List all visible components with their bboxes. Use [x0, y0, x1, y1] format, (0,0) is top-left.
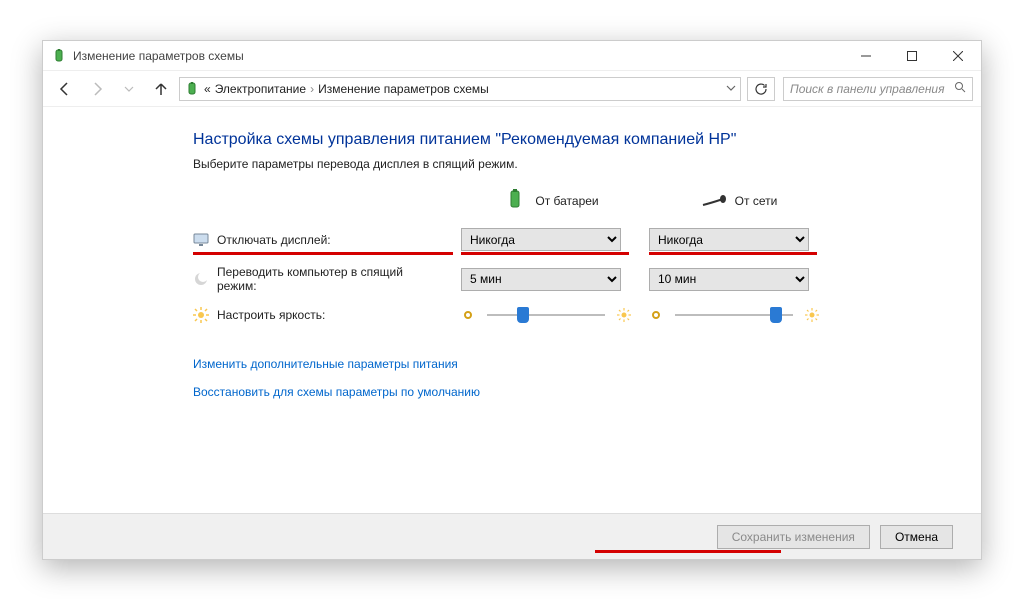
footer: Сохранить изменения Отмена — [43, 513, 981, 559]
refresh-button[interactable] — [747, 77, 775, 101]
annotation-redline — [193, 252, 453, 255]
links: Изменить дополнительные параметры питани… — [193, 357, 967, 399]
search-icon — [954, 81, 966, 96]
columns-header: От батареи От сети — [193, 187, 967, 214]
brightness-battery-slider[interactable] — [461, 308, 631, 322]
display-off-plugged-select[interactable]: 1 мин2 мин3 мин5 мин10 мин15 мин20 мин25… — [649, 228, 809, 251]
row-brightness: Настроить яркость: — [193, 307, 967, 323]
cancel-button[interactable]: Отмена — [880, 525, 953, 549]
sun-dim-icon — [461, 308, 475, 322]
power-options-icon — [51, 48, 67, 64]
chevron-right-icon: › — [310, 82, 314, 96]
moon-icon — [193, 271, 209, 287]
row-label-display-off: Отключать дисплей: — [193, 232, 453, 248]
forward-button[interactable] — [83, 75, 111, 103]
content: Настройка схемы управления питанием "Рек… — [43, 107, 981, 399]
row-brightness-text: Настроить яркость: — [217, 308, 325, 322]
column-plugged: От сети — [649, 191, 829, 210]
row-sleep: Переводить компьютер в спящий режим: 1 м… — [193, 265, 967, 293]
titlebar: Изменение параметров схемы — [43, 41, 981, 71]
row-display-off: Отключать дисплей: 1 мин2 мин3 мин5 мин1… — [193, 228, 967, 251]
annotation-redline — [649, 252, 817, 255]
sun-dim-icon — [649, 308, 663, 322]
sun-bright-icon — [617, 308, 631, 322]
breadcrumb-root[interactable]: Электропитание — [215, 82, 306, 96]
window-title: Изменение параметров схемы — [73, 49, 244, 63]
row-sleep-text: Переводить компьютер в спящий режим: — [217, 265, 427, 293]
minimize-button[interactable] — [843, 41, 889, 71]
advanced-settings-link[interactable]: Изменить дополнительные параметры питани… — [193, 357, 967, 371]
up-button[interactable] — [147, 75, 175, 103]
monitor-icon — [193, 232, 209, 248]
sleep-plugged-select[interactable]: 1 мин2 мин3 мин5 мин10 мин15 мин20 мин25… — [649, 268, 809, 291]
slider-thumb[interactable] — [517, 307, 529, 323]
annotation-redline — [461, 252, 629, 255]
breadcrumb-prefix: « — [204, 82, 211, 96]
row-label-sleep: Переводить компьютер в спящий режим: — [193, 265, 453, 293]
page-title: Настройка схемы управления питанием "Рек… — [193, 131, 967, 149]
back-button[interactable] — [51, 75, 79, 103]
display-off-battery-select[interactable]: 1 мин2 мин3 мин5 мин10 мин15 мин20 мин25… — [461, 228, 621, 251]
row-label-brightness: Настроить яркость: — [193, 307, 453, 323]
row-display-off-text: Отключать дисплей: — [217, 233, 331, 247]
search-placeholder: Поиск в панели управления — [790, 82, 945, 96]
sleep-battery-select[interactable]: 1 мин2 мин3 мин5 мин10 мин15 мин20 мин25… — [461, 268, 621, 291]
battery-icon — [503, 187, 527, 214]
window-controls — [843, 41, 981, 71]
breadcrumb-leaf[interactable]: Изменение параметров схемы — [318, 82, 489, 96]
save-button[interactable]: Сохранить изменения — [717, 525, 870, 549]
page-subtitle: Выберите параметры перевода дисплея в сп… — [193, 157, 967, 171]
sun-bright-icon — [805, 308, 819, 322]
window: Изменение параметров схемы — [42, 40, 982, 560]
power-options-icon — [184, 81, 200, 97]
nav-row: « Электропитание › Изменение параметров … — [43, 71, 981, 107]
restore-defaults-link[interactable]: Восстановить для схемы параметры по умол… — [193, 385, 967, 399]
search-input[interactable]: Поиск в панели управления — [783, 77, 973, 101]
sun-icon — [193, 307, 209, 323]
plug-icon — [701, 191, 727, 210]
address-bar[interactable]: « Электропитание › Изменение параметров … — [179, 77, 741, 101]
column-battery-label: От батареи — [535, 194, 598, 208]
annotation-redline — [595, 550, 781, 553]
column-battery: От батареи — [461, 187, 641, 214]
slider-thumb[interactable] — [770, 307, 782, 323]
maximize-button[interactable] — [889, 41, 935, 71]
brightness-plugged-slider[interactable] — [649, 308, 819, 322]
close-button[interactable] — [935, 41, 981, 71]
chevron-down-icon[interactable] — [726, 82, 736, 96]
recent-locations-button[interactable] — [115, 75, 143, 103]
column-plugged-label: От сети — [735, 194, 778, 208]
slider-track[interactable] — [481, 308, 611, 322]
slider-track[interactable] — [669, 308, 799, 322]
